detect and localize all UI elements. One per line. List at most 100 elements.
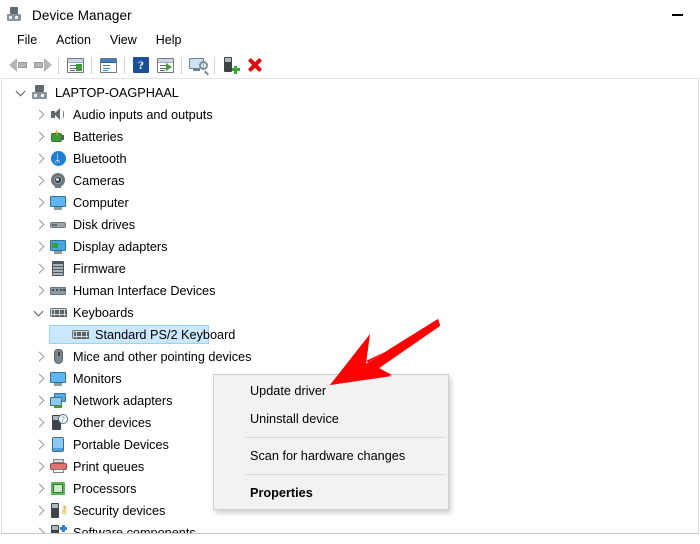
tree-item[interactable]: Firmware bbox=[2, 258, 698, 280]
update-driver-icon bbox=[156, 57, 174, 73]
chevron-right-icon[interactable] bbox=[32, 195, 48, 211]
battery-icon bbox=[50, 129, 67, 145]
chevron-right-icon[interactable] bbox=[32, 349, 48, 365]
chevron-right-icon[interactable] bbox=[32, 283, 48, 299]
uninstall-device-button[interactable] bbox=[243, 53, 267, 77]
chevron-right-icon[interactable] bbox=[32, 437, 48, 453]
tree-item-label: Standard PS/2 Keyboard bbox=[95, 328, 236, 342]
disk-drive-icon bbox=[50, 217, 67, 233]
tree-item[interactable]: LAPTOP-OAGPHAAL bbox=[2, 82, 698, 104]
tree-item[interactable]: Computer bbox=[2, 192, 698, 214]
tree-item-label: Monitors bbox=[73, 372, 122, 386]
chevron-right-icon[interactable] bbox=[32, 261, 48, 277]
chevron-right-icon[interactable] bbox=[32, 151, 48, 167]
scan-monitor-icon bbox=[188, 57, 209, 76]
back-button[interactable] bbox=[6, 53, 30, 77]
context-menu-item[interactable]: Scan for hardware changes bbox=[214, 442, 448, 470]
tree-item-label: Computer bbox=[73, 196, 129, 210]
security-device-icon: ⚷ bbox=[50, 503, 68, 519]
tree-item-label: Other devices bbox=[73, 416, 152, 430]
menu-help[interactable]: Help bbox=[148, 31, 191, 51]
menu-file[interactable]: File bbox=[9, 31, 46, 51]
chevron-right-icon[interactable] bbox=[32, 415, 48, 431]
tree-item-label: Portable Devices bbox=[73, 438, 169, 452]
toolbar-separator bbox=[91, 56, 92, 74]
minimize-button[interactable] bbox=[655, 0, 700, 30]
chevron-right-icon bbox=[54, 327, 70, 343]
device-manager-icon bbox=[7, 7, 24, 24]
menu-bar: File Action View Help bbox=[0, 30, 700, 52]
tree-item-label: Print queues bbox=[73, 460, 145, 474]
context-menu: Update driver Uninstall device Scan for ha… bbox=[213, 374, 449, 510]
chevron-right-icon[interactable] bbox=[32, 129, 48, 145]
tree-item-label: Software components bbox=[73, 526, 196, 534]
software-component-icon bbox=[50, 524, 67, 533]
toolbar-separator bbox=[58, 56, 59, 74]
tree-item-label: Bluetooth bbox=[73, 152, 127, 166]
update-driver-button[interactable] bbox=[153, 53, 177, 77]
context-menu-separator bbox=[246, 437, 446, 438]
scan-for-hardware-changes-button[interactable] bbox=[186, 53, 210, 77]
forward-arrow-icon bbox=[33, 58, 52, 72]
other-device-icon: ? bbox=[50, 414, 68, 431]
chevron-right-icon[interactable] bbox=[32, 173, 48, 189]
context-menu-separator bbox=[246, 474, 446, 475]
tree-item[interactable]: Software components bbox=[2, 522, 698, 534]
tree-item[interactable]: Human Interface Devices bbox=[2, 280, 698, 302]
chevron-down-icon[interactable] bbox=[32, 305, 48, 321]
chevron-right-icon[interactable] bbox=[32, 525, 48, 533]
monitor-icon bbox=[50, 195, 67, 211]
audio-icon bbox=[50, 107, 67, 123]
tree-item[interactable]: Keyboards bbox=[2, 302, 698, 324]
properties-button[interactable] bbox=[96, 53, 120, 77]
tree-item-label: Processors bbox=[73, 482, 137, 496]
add-hardware-icon bbox=[223, 57, 240, 74]
tree-item[interactable]: Display adapters bbox=[2, 236, 698, 258]
keyboard-icon bbox=[72, 327, 89, 343]
show-hide-console-tree-button[interactable] bbox=[63, 53, 87, 77]
tree-item[interactable]: Audio inputs and outputs bbox=[2, 104, 698, 126]
chevron-right-icon[interactable] bbox=[32, 459, 48, 475]
chevron-right-icon[interactable] bbox=[32, 217, 48, 233]
tree-item[interactable]: Disk drives bbox=[2, 214, 698, 236]
chevron-right-icon[interactable] bbox=[32, 503, 48, 519]
tree-item-label: Disk drives bbox=[73, 218, 136, 232]
context-menu-item[interactable]: Uninstall device bbox=[214, 405, 448, 433]
tree-item-label: Batteries bbox=[73, 130, 124, 144]
chevron-right-icon[interactable] bbox=[32, 239, 48, 255]
console-tree-icon bbox=[66, 57, 84, 73]
menu-view[interactable]: View bbox=[102, 31, 146, 51]
tree-item[interactable]: Batteries bbox=[2, 126, 698, 148]
tree-item-label: Display adapters bbox=[73, 240, 168, 254]
chevron-right-icon[interactable] bbox=[32, 107, 48, 123]
forward-button[interactable] bbox=[30, 53, 54, 77]
help-question-icon: ? bbox=[133, 57, 149, 73]
display-adapter-icon bbox=[50, 239, 67, 255]
minimize-icon bbox=[672, 14, 683, 16]
mouse-icon bbox=[50, 349, 67, 365]
context-menu-item[interactable]: Update driver bbox=[214, 377, 448, 405]
camera-icon bbox=[50, 173, 67, 189]
device-manager-window: Device Manager File Action View Help ? L… bbox=[0, 0, 700, 544]
tree-item-label: Audio inputs and outputs bbox=[73, 108, 213, 122]
toolbar-separator bbox=[124, 56, 125, 74]
tree-item[interactable]: Mice and other pointing devices bbox=[2, 346, 698, 368]
chevron-right-icon[interactable] bbox=[32, 371, 48, 387]
tree-item[interactable]: Cameras bbox=[2, 170, 698, 192]
help-button[interactable]: ? bbox=[129, 53, 153, 77]
computer-icon bbox=[32, 85, 49, 101]
back-arrow-icon bbox=[8, 58, 28, 72]
device-tree-pane[interactable]: LAPTOP-OAGPHAAL Audio inputs and outputs B… bbox=[1, 78, 699, 534]
add-legacy-hardware-button[interactable] bbox=[219, 53, 243, 77]
menu-action[interactable]: Action bbox=[48, 31, 100, 51]
printer-icon bbox=[50, 459, 67, 475]
chevron-right-icon[interactable] bbox=[32, 393, 48, 409]
chevron-down-icon[interactable] bbox=[14, 85, 30, 101]
tree-item-label: Network adapters bbox=[73, 394, 173, 408]
tree-item[interactable]: ᛦ Bluetooth bbox=[2, 148, 698, 170]
context-menu-item[interactable]: Properties bbox=[214, 479, 448, 507]
chevron-right-icon[interactable] bbox=[32, 481, 48, 497]
processor-icon bbox=[50, 481, 67, 497]
title-bar: Device Manager bbox=[0, 0, 700, 30]
tree-item[interactable]: Standard PS/2 Keyboard bbox=[2, 324, 698, 346]
